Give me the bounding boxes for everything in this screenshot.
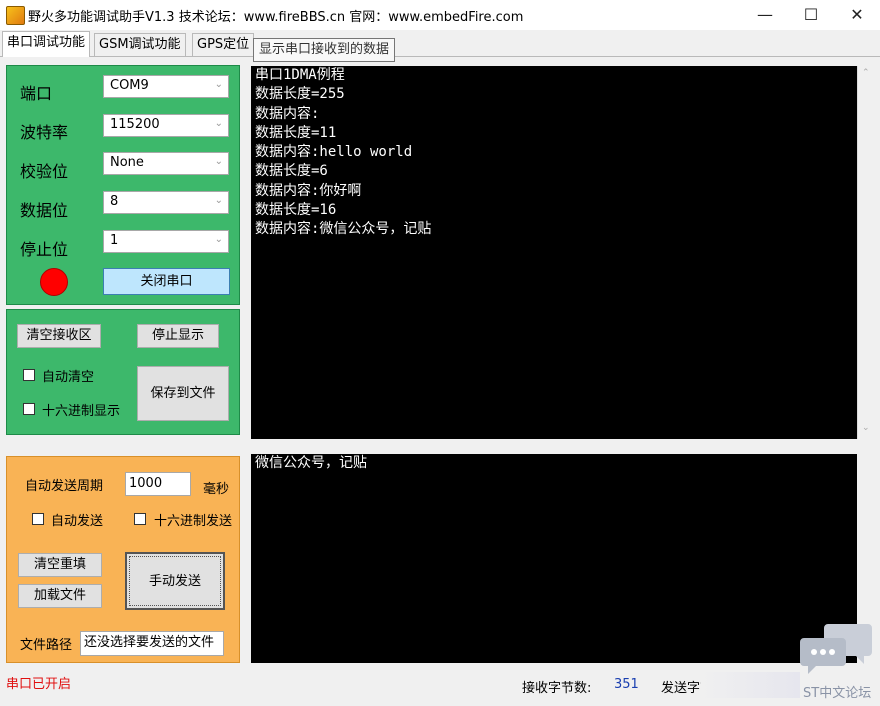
- period-unit: 毫秒: [203, 482, 230, 497]
- period-label: 自动发送周期: [25, 479, 104, 494]
- close-port-button[interactable]: 关闭串口: [103, 268, 230, 295]
- stopbits-value: 1: [110, 233, 119, 248]
- baud-label: 波特率: [20, 123, 69, 142]
- port-select[interactable]: COM9 ⌄: [103, 75, 229, 98]
- tab-divider: [0, 56, 880, 57]
- clear-refill-button[interactable]: 清空重填: [18, 553, 102, 577]
- app-icon: [6, 6, 25, 25]
- receive-textarea[interactable]: 串口1DMA例程 数据长度=255 数据内容: 数据长度=11 数据内容:hel…: [251, 66, 857, 439]
- auto-clear-label: 自动清空: [42, 370, 95, 385]
- rx-bytes-label: 接收字节数:: [522, 681, 592, 696]
- databits-label: 数据位: [20, 201, 69, 220]
- chevron-down-icon: ⌄: [214, 156, 223, 167]
- period-input[interactable]: 1000: [125, 472, 191, 496]
- tab-gps[interactable]: GPS定位: [192, 33, 255, 56]
- chevron-down-icon: ⌄: [214, 195, 223, 206]
- watermark-text: ST中文论坛: [803, 686, 872, 701]
- tab-gsm[interactable]: GSM调试功能: [94, 33, 186, 56]
- chevron-down-icon: ⌄: [214, 79, 223, 90]
- databits-select[interactable]: 8 ⌄: [103, 191, 229, 214]
- port-label: 端口: [20, 84, 53, 103]
- chevron-down-icon: ⌄: [214, 118, 223, 129]
- parity-label: 校验位: [20, 162, 69, 181]
- stopbits-label: 停止位: [20, 240, 69, 259]
- minimize-button[interactable]: —: [742, 0, 788, 30]
- port-status-text: 串口已开启: [6, 677, 72, 692]
- chevron-down-icon: ⌄: [214, 234, 223, 245]
- parity-value: None: [110, 155, 144, 170]
- window-title: 野火多功能调试助手V1.3 技术论坛：www.fireBBS.cn 官网：www…: [28, 10, 524, 25]
- hex-send-checkbox[interactable]: [134, 513, 146, 525]
- tooltip: 显示串口接收到的数据: [253, 38, 396, 62]
- clear-receive-button[interactable]: 清空接收区: [17, 324, 101, 348]
- watermark-fade: [700, 672, 800, 698]
- load-file-button[interactable]: 加载文件: [18, 584, 102, 608]
- tab-serial[interactable]: 串口调试功能: [2, 31, 91, 57]
- baud-select[interactable]: 115200 ⌄: [103, 114, 229, 137]
- auto-send-label: 自动发送: [51, 514, 104, 529]
- maximize-button[interactable]: ☐: [788, 0, 834, 30]
- receive-scrollbar[interactable]: ⌃ ⌄: [857, 66, 875, 439]
- file-path-field[interactable]: 还没选择要发送的文件: [80, 631, 224, 656]
- stopbits-select[interactable]: 1 ⌄: [103, 230, 229, 253]
- close-button[interactable]: ✕: [834, 0, 880, 30]
- port-status-indicator: [40, 268, 68, 296]
- baud-value: 115200: [110, 117, 160, 132]
- scroll-up-icon[interactable]: ⌃: [862, 68, 870, 78]
- databits-value: 8: [110, 194, 119, 209]
- send-textarea[interactable]: 微信公众号，记贴: [251, 454, 857, 663]
- auto-clear-checkbox[interactable]: [23, 369, 35, 381]
- hex-display-checkbox[interactable]: [23, 403, 35, 415]
- manual-send-button[interactable]: 手动发送: [125, 552, 225, 610]
- port-value: COM9: [110, 78, 149, 93]
- stop-display-button[interactable]: 停止显示: [137, 324, 219, 348]
- save-to-file-button[interactable]: 保存到文件: [137, 366, 229, 421]
- hex-display-label: 十六进制显示: [42, 404, 121, 419]
- tx-bytes-label: 发送字节数:: [661, 681, 701, 696]
- parity-select[interactable]: None ⌄: [103, 152, 229, 175]
- file-path-label: 文件路径: [20, 638, 73, 653]
- auto-send-checkbox[interactable]: [32, 513, 44, 525]
- chat-bubble-icon: [800, 620, 872, 676]
- rx-bytes-value: 351: [614, 677, 639, 692]
- hex-send-label: 十六进制发送: [154, 514, 233, 529]
- scroll-down-icon[interactable]: ⌄: [862, 423, 870, 433]
